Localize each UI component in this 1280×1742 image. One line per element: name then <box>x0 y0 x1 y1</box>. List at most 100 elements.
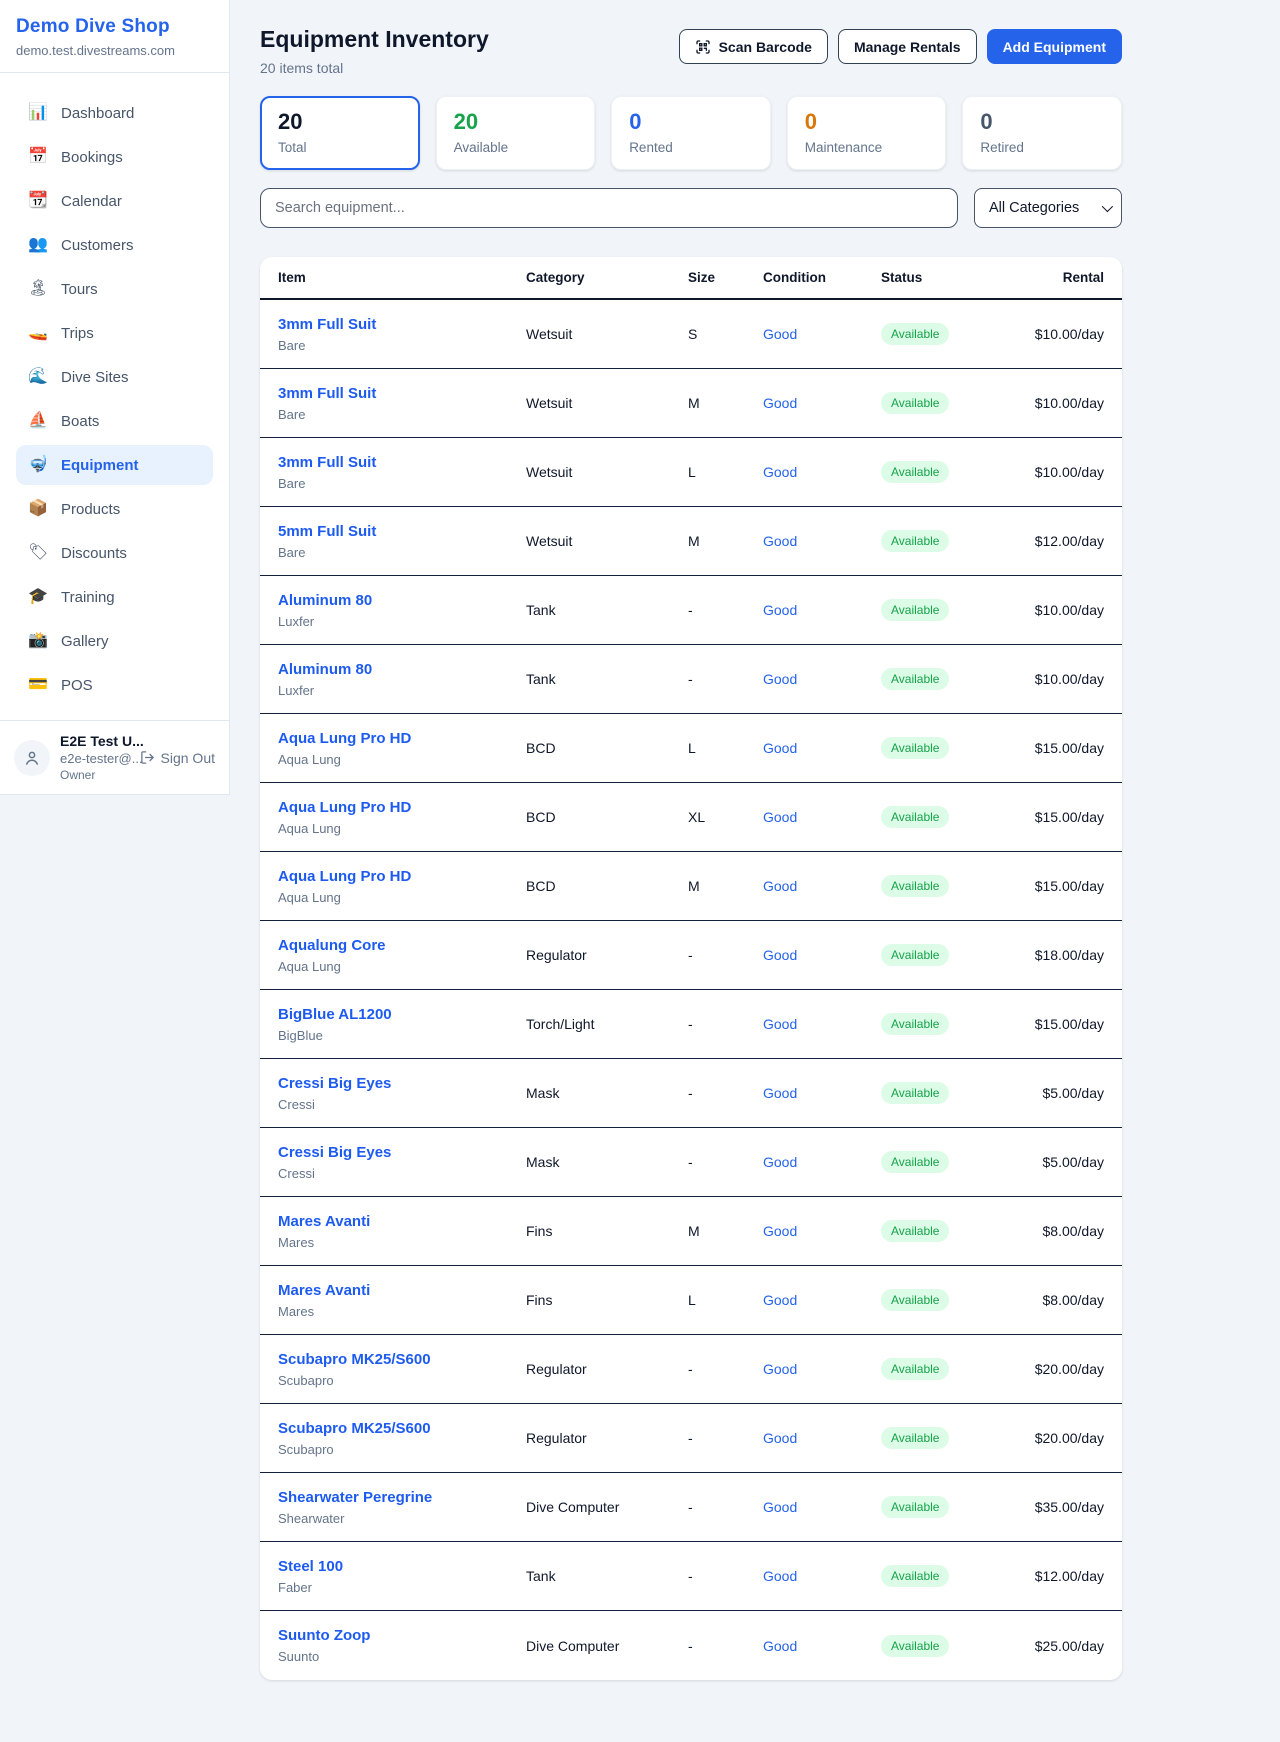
item-name-link[interactable]: 3mm Full Suit <box>278 316 526 333</box>
item-name-link[interactable]: Suunto Zoop <box>278 1627 526 1644</box>
sidebar-item-icon: ⛵ <box>28 413 48 429</box>
user-block: E2E Test U... e2e-tester@... Owner Sign … <box>0 720 229 794</box>
condition-link[interactable]: Good <box>763 464 797 480</box>
manage-rentals-button[interactable]: Manage Rentals <box>838 29 977 64</box>
condition-link[interactable]: Good <box>763 1154 797 1170</box>
condition-link[interactable]: Good <box>763 671 797 687</box>
sidebar-item[interactable]: 🏝 Tours <box>16 269 213 309</box>
sidebar-item[interactable]: ⛵ Boats <box>16 401 213 441</box>
item-name-link[interactable]: 5mm Full Suit <box>278 523 526 540</box>
stat-label: Retired <box>980 140 1104 155</box>
sidebar-item[interactable]: 📦 Products <box>16 489 213 529</box>
stat-card[interactable]: 0 Retired <box>962 96 1122 170</box>
sign-out-button[interactable]: Sign Out <box>140 750 215 766</box>
item-name-link[interactable]: Aqualung Core <box>278 937 526 954</box>
status-badge: Available <box>881 530 949 552</box>
category-cell: Wetsuit <box>526 395 688 411</box>
add-equipment-button[interactable]: Add Equipment <box>987 29 1122 64</box>
user-name: E2E Test U... <box>60 733 130 749</box>
brand[interactable]: Demo Dive Shop demo.test.divestreams.com <box>0 0 229 73</box>
condition-link[interactable]: Good <box>763 326 797 342</box>
item-name-link[interactable]: Aluminum 80 <box>278 661 526 678</box>
status-badge: Available <box>881 1565 949 1587</box>
sidebar-item-icon: 🚤 <box>28 325 48 341</box>
item-name-link[interactable]: Aluminum 80 <box>278 592 526 609</box>
stat-value: 20 <box>278 110 402 134</box>
item-name-link[interactable]: Scubapro MK25/S600 <box>278 1351 526 1368</box>
item-name-link[interactable]: BigBlue AL1200 <box>278 1006 526 1023</box>
condition-link[interactable]: Good <box>763 1223 797 1239</box>
item-name-link[interactable]: Shearwater Peregrine <box>278 1489 526 1506</box>
size-cell: - <box>688 602 763 618</box>
stat-value: 0 <box>629 110 753 134</box>
condition-link[interactable]: Good <box>763 395 797 411</box>
sidebar-item-label: Equipment <box>61 457 139 474</box>
search-input[interactable] <box>260 188 958 228</box>
table-row: BigBlue AL1200 BigBlue Torch/Light - Goo… <box>260 990 1122 1059</box>
sidebar-item[interactable]: 📆 Calendar <box>16 181 213 221</box>
sidebar-item[interactable]: 💳 POS <box>16 665 213 705</box>
sidebar-item[interactable]: 👥 Customers <box>16 225 213 265</box>
item-brand: Bare <box>278 407 526 422</box>
condition-link[interactable]: Good <box>763 878 797 894</box>
item-cell: Aqua Lung Pro HD Aqua Lung <box>278 730 526 767</box>
condition-link[interactable]: Good <box>763 1430 797 1446</box>
condition-link[interactable]: Good <box>763 1499 797 1515</box>
item-name-link[interactable]: Mares Avanti <box>278 1282 526 1299</box>
stat-label: Rented <box>629 140 753 155</box>
sidebar-item[interactable]: 📸 Gallery <box>16 621 213 661</box>
condition-link[interactable]: Good <box>763 1638 797 1654</box>
item-name-link[interactable]: Cressi Big Eyes <box>278 1144 526 1161</box>
size-cell: M <box>688 1223 763 1239</box>
condition-link[interactable]: Good <box>763 1292 797 1308</box>
condition-link[interactable]: Good <box>763 1016 797 1032</box>
category-cell: BCD <box>526 809 688 825</box>
condition-link[interactable]: Good <box>763 1361 797 1377</box>
condition-link[interactable]: Good <box>763 602 797 618</box>
sidebar-item[interactable]: 🌊 Dive Sites <box>16 357 213 397</box>
sidebar-item-label: Dashboard <box>61 105 134 122</box>
condition-link[interactable]: Good <box>763 740 797 756</box>
stat-card[interactable]: 0 Maintenance <box>787 96 947 170</box>
sidebar-item[interactable]: 🎓 Training <box>16 577 213 617</box>
sidebar-item[interactable]: 📊 Dashboard <box>16 93 213 133</box>
condition-link[interactable]: Good <box>763 947 797 963</box>
condition-link[interactable]: Good <box>763 1085 797 1101</box>
stat-value: 0 <box>805 110 929 134</box>
size-cell: - <box>688 1361 763 1377</box>
item-name-link[interactable]: 3mm Full Suit <box>278 454 526 471</box>
item-name-link[interactable]: Aqua Lung Pro HD <box>278 799 526 816</box>
item-name-link[interactable]: 3mm Full Suit <box>278 385 526 402</box>
item-name-link[interactable]: Scubapro MK25/S600 <box>278 1420 526 1437</box>
condition-link[interactable]: Good <box>763 1568 797 1584</box>
table-row: Mares Avanti Mares Fins L Good Available… <box>260 1266 1122 1335</box>
status-badge: Available <box>881 1220 949 1242</box>
brand-name[interactable]: Demo Dive Shop <box>16 16 213 38</box>
category-select[interactable]: All Categories <box>974 188 1122 228</box>
category-cell: Tank <box>526 1568 688 1584</box>
user-role: Owner <box>60 768 130 782</box>
rental-price: $10.00/day <box>999 602 1104 618</box>
stat-card[interactable]: 20 Total <box>260 96 420 170</box>
sidebar-item[interactable]: 🏷 Discounts <box>16 533 213 573</box>
table-row: 3mm Full Suit Bare Wetsuit L Good Availa… <box>260 438 1122 507</box>
sidebar-item[interactable]: 🤿 Equipment <box>16 445 213 485</box>
condition-link[interactable]: Good <box>763 533 797 549</box>
stat-card[interactable]: 20 Available <box>436 96 596 170</box>
item-name-link[interactable]: Cressi Big Eyes <box>278 1075 526 1092</box>
rental-price: $12.00/day <box>999 533 1104 549</box>
item-name-link[interactable]: Mares Avanti <box>278 1213 526 1230</box>
item-name-link[interactable]: Aqua Lung Pro HD <box>278 730 526 747</box>
item-name-link[interactable]: Steel 100 <box>278 1558 526 1575</box>
sidebar-item[interactable]: 🚤 Trips <box>16 313 213 353</box>
rental-price: $8.00/day <box>999 1223 1104 1239</box>
logout-icon <box>140 750 155 765</box>
stat-card[interactable]: 0 Rented <box>611 96 771 170</box>
item-brand: Luxfer <box>278 614 526 629</box>
sidebar-item-label: Discounts <box>61 545 127 562</box>
sidebar-item[interactable]: 📅 Bookings <box>16 137 213 177</box>
item-cell: BigBlue AL1200 BigBlue <box>278 1006 526 1043</box>
condition-link[interactable]: Good <box>763 809 797 825</box>
item-name-link[interactable]: Aqua Lung Pro HD <box>278 868 526 885</box>
scan-barcode-button[interactable]: Scan Barcode <box>679 29 828 64</box>
